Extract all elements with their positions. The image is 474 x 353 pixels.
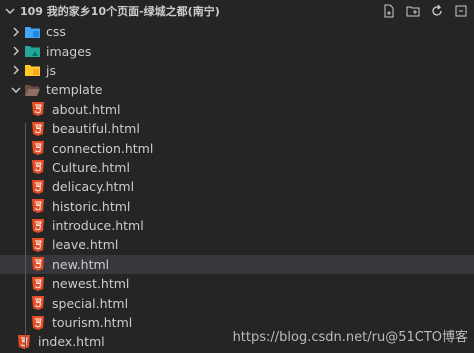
js-folder-icon <box>24 62 40 78</box>
html-file-icon <box>30 140 46 156</box>
file-label: delicacy.html <box>52 179 135 195</box>
tree-item-label: js <box>46 62 56 78</box>
file-label: historic.html <box>52 198 131 214</box>
chevron-right-icon <box>8 46 24 56</box>
html-file-icon <box>30 198 46 214</box>
file-beautiful[interactable]: beautiful.html <box>0 119 474 138</box>
html-file-icon <box>30 315 46 331</box>
html-file-icon <box>30 159 46 175</box>
explorer-header: 109 我的家乡10个页面-绿城之都(南宁) <box>0 0 474 22</box>
tree-item-label: template <box>46 82 103 98</box>
file-historic[interactable]: historic.html <box>0 197 474 216</box>
images-folder-icon <box>24 43 40 59</box>
file-tree: css images js template about.html beauti… <box>0 22 474 352</box>
new-file-icon[interactable] <box>380 2 398 20</box>
workspace-title[interactable]: 109 我的家乡10个页面-绿城之都(南宁) <box>20 3 380 19</box>
new-folder-icon[interactable] <box>404 2 422 20</box>
template-folder-open-icon <box>24 82 40 98</box>
html-file-icon <box>16 334 32 350</box>
file-label: introduce.html <box>52 218 144 234</box>
html-file-icon <box>30 218 46 234</box>
file-delicacy[interactable]: delicacy.html <box>0 177 474 196</box>
tree-item-js[interactable]: js <box>0 61 474 80</box>
html-file-icon <box>30 179 46 195</box>
file-label: connection.html <box>52 140 154 156</box>
indent-guide <box>25 123 26 349</box>
tree-item-label: css <box>46 24 66 40</box>
tree-item-template[interactable]: template <box>0 80 474 99</box>
html-file-icon <box>30 101 46 117</box>
file-label: beautiful.html <box>52 121 140 137</box>
tree-item-label: images <box>46 43 92 59</box>
refresh-icon[interactable] <box>428 2 446 20</box>
file-label: index.html <box>38 334 105 350</box>
file-leave[interactable]: leave.html <box>0 235 474 254</box>
css-folder-icon <box>24 24 40 40</box>
file-connection[interactable]: connection.html <box>0 138 474 157</box>
tree-item-css[interactable]: css <box>0 22 474 41</box>
file-new[interactable]: new.html <box>0 254 474 275</box>
file-label: tourism.html <box>52 315 133 331</box>
html-file-icon <box>30 276 46 292</box>
file-label: about.html <box>52 101 121 117</box>
file-label: Culture.html <box>52 159 130 175</box>
file-special[interactable]: special.html <box>0 293 474 312</box>
html-file-icon <box>30 295 46 311</box>
file-introduce[interactable]: introduce.html <box>0 216 474 235</box>
html-file-icon <box>30 121 46 137</box>
chevron-right-icon <box>8 27 24 37</box>
file-label: leave.html <box>52 237 119 253</box>
file-about[interactable]: about.html <box>0 100 474 119</box>
chevron-right-icon <box>8 65 24 75</box>
explorer-actions <box>380 2 470 20</box>
file-label: special.html <box>52 295 129 311</box>
file-label: new.html <box>52 256 110 272</box>
tree-item-images[interactable]: images <box>0 41 474 60</box>
file-culture[interactable]: Culture.html <box>0 158 474 177</box>
file-newest[interactable]: newest.html <box>0 274 474 293</box>
file-label: newest.html <box>52 276 130 292</box>
chevron-down-icon <box>8 86 24 94</box>
watermark: https://blog.csdn.net/ru@51CTO博客 <box>232 330 468 345</box>
template-children: about.html beautiful.html connection.htm… <box>0 100 474 333</box>
collapse-all-icon[interactable] <box>452 2 470 20</box>
chevron-down-icon[interactable] <box>4 6 16 16</box>
html-file-icon <box>30 256 46 272</box>
html-file-icon <box>30 237 46 253</box>
